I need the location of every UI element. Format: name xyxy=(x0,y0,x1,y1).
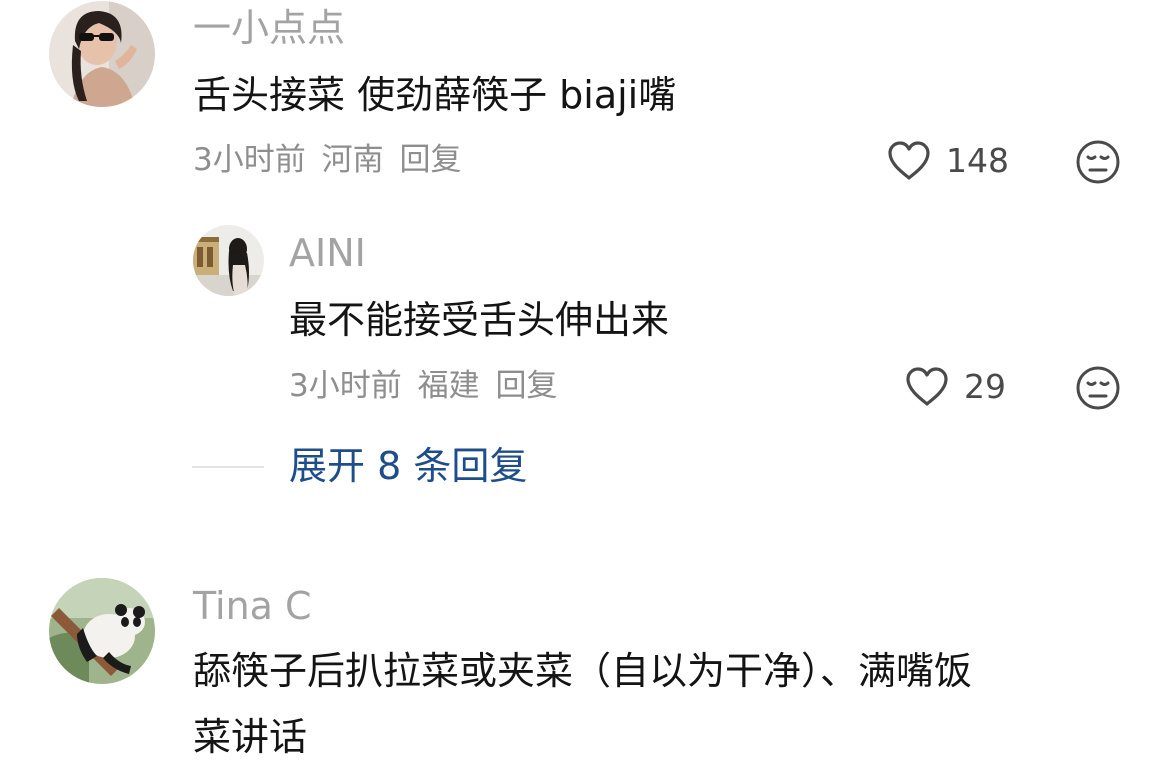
expand-divider xyxy=(192,466,264,468)
dislike-button[interactable] xyxy=(1075,365,1121,415)
avatar[interactable] xyxy=(49,578,155,684)
expand-replies-button[interactable]: 展开 8 条回复 xyxy=(289,440,527,492)
neutral-face-icon xyxy=(1076,366,1120,410)
avatar-image xyxy=(49,1,155,107)
heart-outline-icon xyxy=(888,141,930,180)
reply-username[interactable]: AINI xyxy=(289,230,366,276)
heart-outline-icon xyxy=(906,367,948,406)
neutral-face-icon xyxy=(1076,140,1120,184)
like-button[interactable]: 29 xyxy=(904,366,1006,408)
avatar-image xyxy=(193,225,264,296)
username[interactable]: Tina C xyxy=(193,583,312,629)
reply-button[interactable]: 回复 xyxy=(399,142,461,178)
reply-time: 3小时前 xyxy=(289,368,402,404)
reply-avatar[interactable] xyxy=(193,225,264,296)
comment-time: 3小时前 xyxy=(193,142,306,178)
reply-meta: 3小时前 福建 回复 xyxy=(289,366,563,406)
comment-text-line-2: 菜讲话 xyxy=(193,715,308,759)
dislike-button[interactable] xyxy=(1075,139,1121,189)
avatar[interactable] xyxy=(49,1,155,107)
username[interactable]: 一小点点 xyxy=(193,5,345,51)
reply-text: 最不能接受舌头伸出来 xyxy=(289,298,670,342)
reply-location: 福建 xyxy=(417,368,480,404)
avatar-image xyxy=(49,578,155,684)
like-count: 148 xyxy=(946,141,1009,180)
like-button[interactable]: 148 xyxy=(886,140,1009,182)
comment-text: 舌头接菜 使劲薛筷子 biaji嘴 xyxy=(193,73,677,117)
comment-meta: 3小时前 河南 回复 xyxy=(193,140,467,180)
like-count: 29 xyxy=(964,367,1006,406)
reply-button[interactable]: 回复 xyxy=(495,368,557,404)
comment-location: 河南 xyxy=(321,142,384,178)
comment-text-line-1: 舔筷子后扒拉菜或夹菜（自以为干净）、满嘴饭 xyxy=(193,649,973,693)
